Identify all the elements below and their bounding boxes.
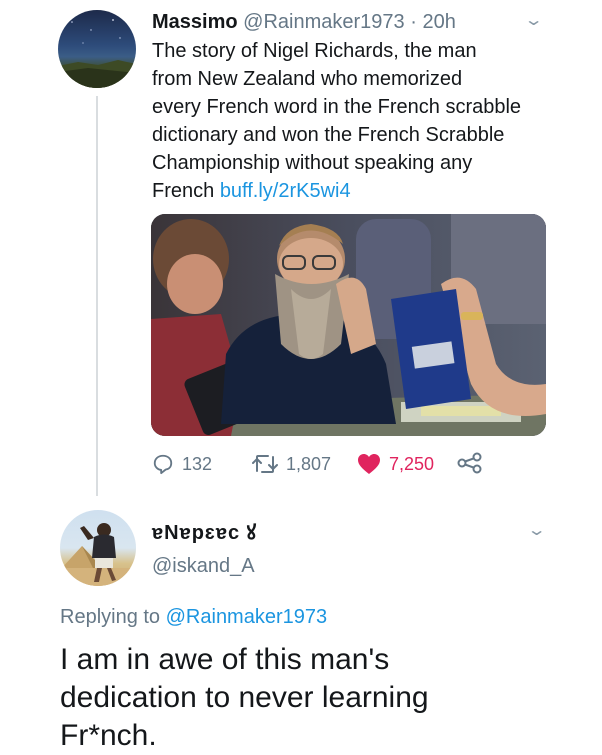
reply-button[interactable]: 132 (152, 452, 212, 476)
tweet-link[interactable]: buff.ly/2rK5wi4 (220, 180, 351, 202)
chevron-down-icon[interactable]: ⌄ (524, 10, 544, 30)
share-button[interactable] (457, 452, 483, 474)
tweet-text-word: French (152, 180, 215, 202)
reply-count: 132 (182, 454, 213, 474)
reply-text: I am in awe of this man's dedication to … (60, 641, 580, 755)
reply-author-name[interactable]: ɐNɐpɛɐc ꙋ (152, 520, 257, 546)
chevron-down-icon[interactable]: ⌄ (527, 520, 547, 540)
avatar[interactable] (60, 510, 136, 586)
tweet-header: Massimo @Rainmaker1973 · 20h (152, 8, 456, 36)
replying-to-handle[interactable]: @Rainmaker1973 (166, 606, 328, 628)
tweet-photo[interactable] (151, 214, 546, 436)
tweet-text: The story of Nigel Richards, the man fro… (152, 37, 552, 205)
reply-text-line: Fr*nch. (60, 719, 157, 752)
like-count: 7,250 (389, 454, 435, 474)
thread-line (96, 96, 98, 496)
reply-author-handle[interactable]: @iskand_A (152, 553, 255, 579)
reply-text-line: dedication to never learning (60, 681, 429, 714)
tweet-text-line: from New Zealand who memorized (152, 68, 463, 90)
tweet-text-line: The story of Nigel Richards, the man (152, 40, 477, 62)
like-button[interactable]: 7,250 (357, 452, 434, 476)
avatar[interactable] (58, 10, 136, 88)
avatar-night-sky-image (58, 19, 136, 88)
tweet-text-line: Championship without speaking any (152, 152, 473, 174)
retweet-count: 1,807 (286, 454, 332, 474)
reply-text-line: I am in awe of this man's (60, 643, 390, 676)
author-name[interactable]: Massimo (152, 11, 238, 33)
author-handle[interactable]: @Rainmaker1973 (243, 11, 405, 33)
heart-icon (358, 454, 380, 474)
tweet-text-line: every French word in the French scrabble (152, 96, 522, 118)
tweet-text-line-last: French buff.ly/2rK5wi4 (152, 177, 552, 205)
retweet-icon (252, 455, 278, 473)
scrabble-player-photo (151, 214, 546, 436)
share-icon (457, 452, 482, 474)
avatar-pyramid-photo (60, 523, 136, 586)
replying-prefix: Replying to (60, 606, 161, 628)
retweet-button[interactable]: 1,807 (252, 452, 331, 476)
reply-icon (153, 454, 173, 475)
separator-dot: · (410, 11, 417, 33)
replying-to: Replying to @Rainmaker1973 (60, 604, 327, 630)
tweet-text-line: dictionary and won the French Scrabble (152, 124, 505, 146)
timestamp[interactable]: 20h (422, 11, 455, 33)
